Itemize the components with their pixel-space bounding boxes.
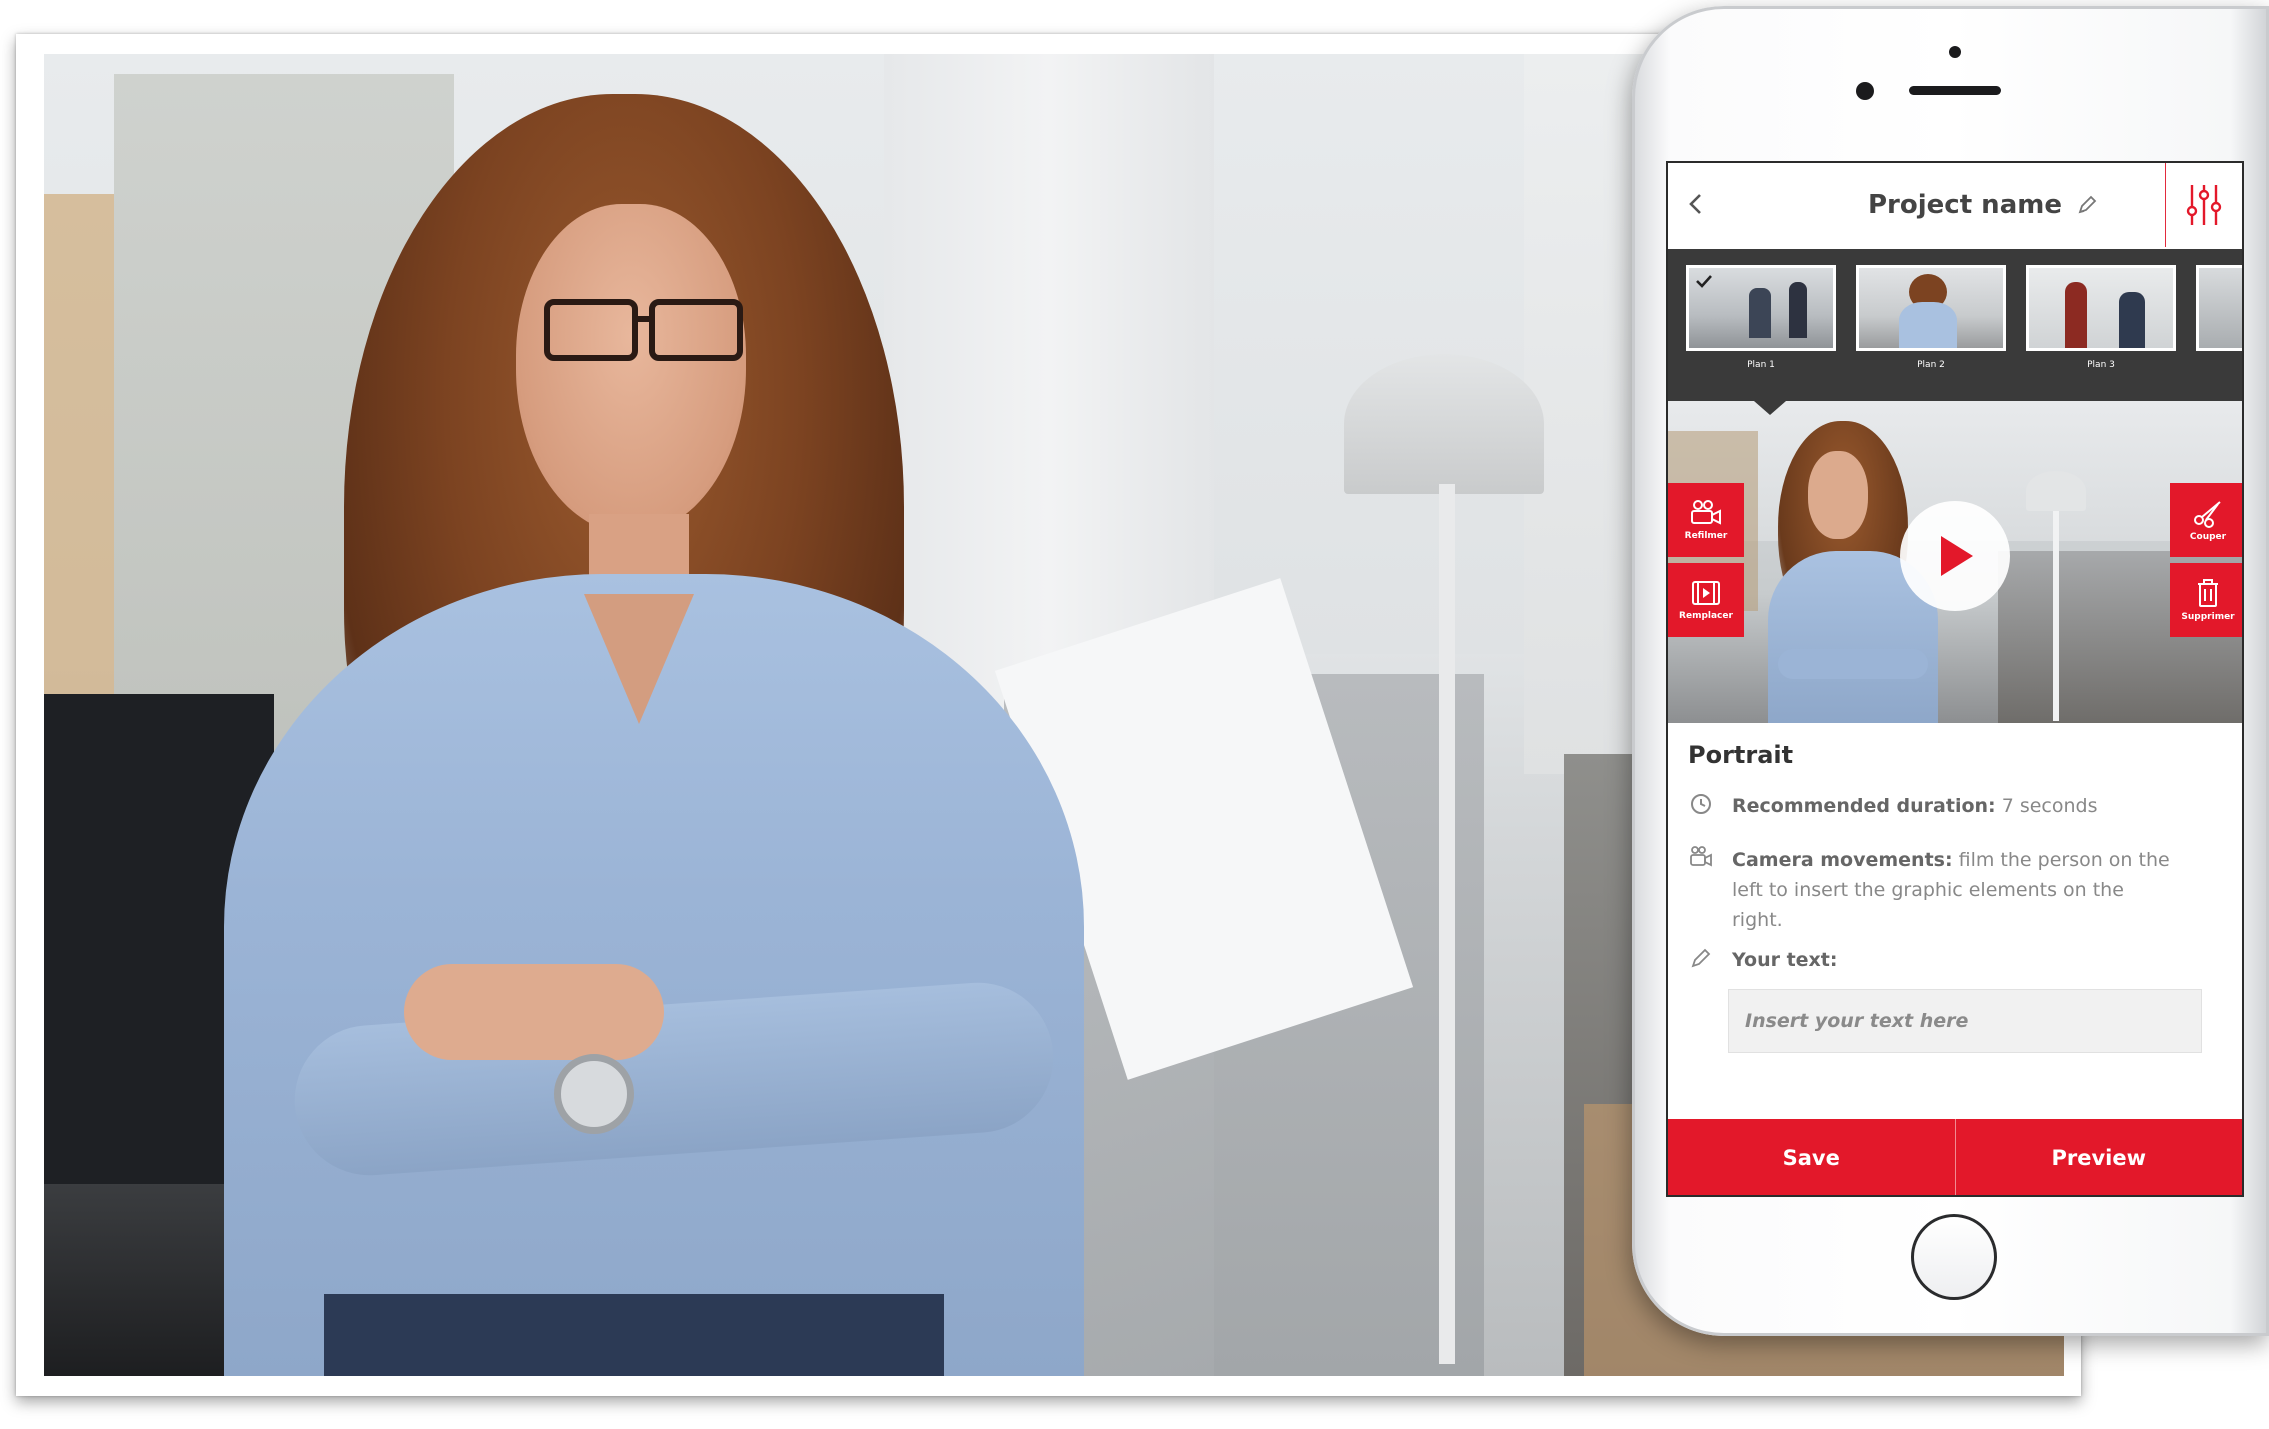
phone-speaker — [1909, 86, 2001, 95]
shot-preview: Refilmer Remplacer Couper Supprimer — [1668, 401, 2242, 723]
pencil-icon — [1691, 948, 1711, 968]
sliders-icon — [2186, 185, 2222, 225]
home-button[interactable] — [1911, 1214, 1997, 1300]
thumbnail-plan-4-partial[interactable] — [2196, 265, 2242, 351]
back-icon[interactable] — [1682, 189, 1710, 219]
action-footer: Save Preview — [1668, 1119, 2243, 1195]
delete-label: Supprimer — [2181, 612, 2235, 622]
project-name: Project name — [1868, 190, 2062, 220]
phone-front-camera — [1856, 82, 1874, 100]
reshoot-label: Refilmer — [1684, 531, 1728, 541]
thumbnail-plan-2[interactable] — [1856, 265, 2006, 351]
play-icon — [1941, 536, 1973, 576]
camera-movements-row: Camera movements: film the person on the… — [1688, 845, 2172, 935]
trash-icon — [2198, 579, 2218, 607]
thumbnail-plan-1[interactable] — [1686, 265, 1836, 351]
shot-thumbnail-strip: Plan 1 Plan 2 Plan 3 — [1668, 249, 2242, 401]
thumbnail-label: Plan 2 — [1917, 360, 1945, 370]
your-text-row: Your text: — [1688, 945, 2172, 975]
shot-title: Portrait — [1688, 741, 1794, 769]
thumbnail-label: Plan 1 — [1747, 360, 1775, 370]
preview-button[interactable]: Preview — [1956, 1119, 2243, 1195]
app-header: Project name — [1668, 163, 2242, 250]
duration-value: 7 seconds — [2001, 795, 2098, 817]
replace-label: Remplacer — [1679, 611, 1733, 621]
play-button[interactable] — [1900, 501, 2010, 611]
project-title-group[interactable]: Project name — [1868, 183, 2098, 227]
duration-row: Recommended duration: 7 seconds — [1688, 791, 2172, 821]
check-icon — [1696, 275, 1712, 288]
camera-icon — [1691, 500, 1721, 525]
thumbnail-plan-3[interactable] — [2026, 265, 2176, 351]
thumbnail-label: Plan 3 — [2087, 360, 2115, 370]
duration-text: Recommended duration: 7 seconds — [1732, 791, 2172, 821]
settings-button[interactable] — [2165, 163, 2242, 247]
smartphone-mockup: Project name Plan 1 Plan 2 Plan 3 Refilm… — [1632, 6, 2269, 1336]
pencil-icon[interactable] — [2076, 194, 2098, 216]
save-button[interactable]: Save — [1668, 1119, 1955, 1195]
your-text-label: Your text: — [1732, 945, 2172, 975]
cut-button[interactable]: Couper — [2170, 483, 2242, 557]
clock-icon — [1691, 794, 1711, 814]
your-text-input[interactable] — [1728, 989, 2202, 1053]
app-screen: Project name Plan 1 Plan 2 Plan 3 Refilm… — [1666, 161, 2244, 1197]
film-icon — [1692, 581, 1720, 605]
camera-movements-text: Camera movements: film the person on the… — [1732, 845, 2172, 935]
delete-button[interactable]: Supprimer — [2170, 563, 2242, 637]
selected-thumbnail-pointer — [1754, 401, 1786, 415]
duration-label: Recommended duration: — [1732, 795, 1996, 817]
your-text-label-text: Your text: — [1732, 949, 1838, 971]
reshoot-button[interactable]: Refilmer — [1668, 483, 1744, 557]
replace-button[interactable]: Remplacer — [1668, 563, 1744, 637]
phone-sensor — [1949, 46, 1961, 58]
scissors-icon — [2194, 501, 2221, 528]
cut-label: Couper — [2189, 532, 2227, 542]
camera-movements-label: Camera movements: — [1732, 849, 1953, 871]
camera-icon — [1690, 846, 1712, 867]
